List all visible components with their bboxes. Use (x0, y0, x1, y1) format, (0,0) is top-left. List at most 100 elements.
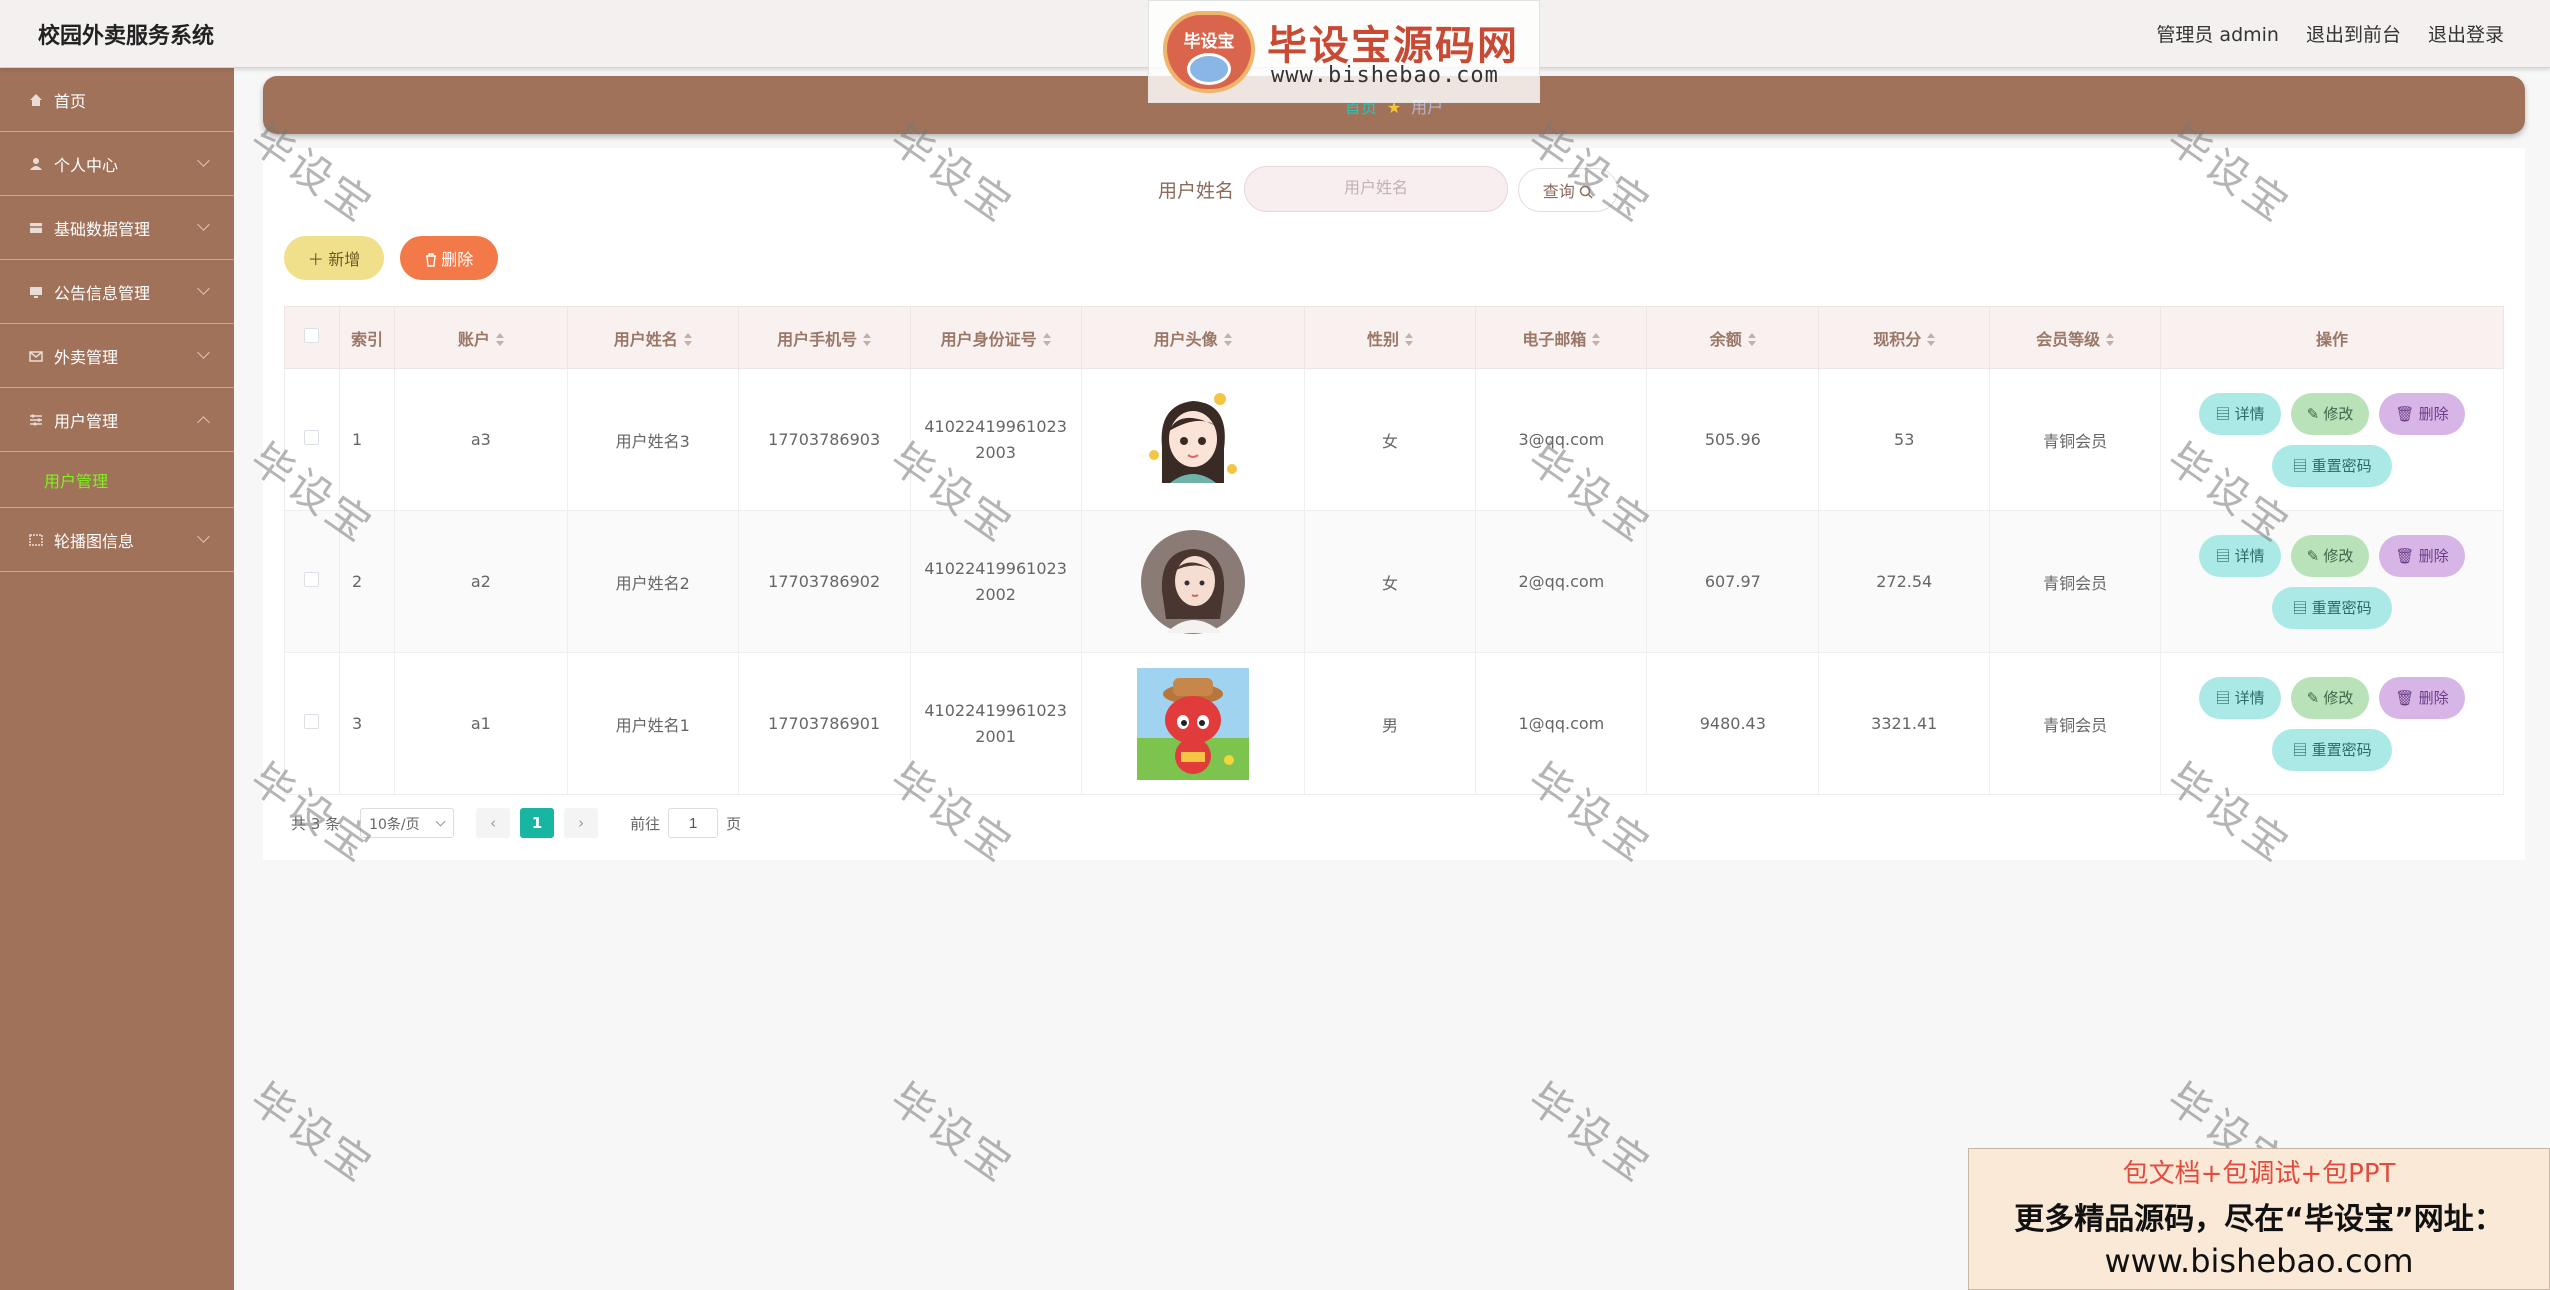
table-row: 1 a3 用户姓名3 17703786903 41022419961023200… (284, 368, 2504, 511)
column-header-points[interactable]: 现积分 (1818, 306, 1991, 369)
batch-delete-button[interactable]: 删除 (400, 236, 498, 280)
trash-icon: 🗑 (2395, 548, 2419, 565)
reset-password-button[interactable]: ▤ 重置密码 (2272, 444, 2392, 487)
cell-index: 3 (338, 652, 395, 795)
sort-icon[interactable] (1404, 333, 1413, 347)
row-actions: ▤ 详情 ✎ 修改 🗑 删除 ▤ 重置密码 (2162, 392, 2502, 487)
cell-idcard-text: 410224199610232003 (924, 416, 1067, 462)
edit-button[interactable]: ✎ 修改 (2290, 676, 2370, 719)
app-title: 校园外卖服务系统 (38, 24, 215, 49)
search-button[interactable]: 查询 (1518, 168, 1618, 212)
sort-icon[interactable] (1223, 333, 1232, 347)
detail-button[interactable]: ▤ 详情 (2199, 392, 2281, 435)
detail-button[interactable]: ▤ 详情 (2199, 676, 2281, 719)
sort-icon[interactable] (863, 333, 872, 347)
cell-idcard-text: 410224199610232001 (924, 700, 1067, 746)
cell-level: 青铜会员 (1989, 652, 2162, 795)
sort-icon[interactable] (1042, 333, 1051, 347)
sidebar-item-takeout[interactable]: 外卖管理 (0, 324, 234, 388)
pencil-icon: ✎ (2306, 548, 2324, 565)
row-checkbox[interactable] (304, 572, 320, 587)
search-input[interactable] (1244, 166, 1508, 212)
sort-icon[interactable] (1747, 333, 1756, 347)
sidebar-item-label: 轮播图信息 (54, 531, 135, 551)
row-checkbox[interactable] (304, 714, 320, 729)
avatar-fox-cartoon[interactable] (1136, 667, 1249, 780)
avatar-girl-circle[interactable] (1140, 529, 1246, 635)
column-header-gender[interactable]: 性别 (1303, 306, 1477, 369)
cell-level: 青铜会员 (1989, 510, 2162, 653)
detail-button[interactable]: ▤ 详情 (2199, 534, 2281, 577)
sidebar-item-label: 用户管理 (54, 411, 119, 431)
goto-page-input[interactable] (668, 808, 719, 838)
page-number-button[interactable]: 1 (520, 808, 555, 838)
sidebar-item-users[interactable]: 用户管理 (0, 388, 234, 452)
delete-row-button[interactable]: 🗑 删除 (2379, 534, 2465, 577)
cell-balance: 9480.43 (1646, 652, 1820, 795)
cell-gender: 女 (1303, 368, 1477, 511)
document-icon: ▤ (2292, 458, 2312, 475)
cell-account: a1 (393, 652, 568, 795)
to-front-link[interactable]: 退出到前台 (2306, 20, 2401, 47)
reset-password-button-label: 重置密码 (2311, 742, 2372, 759)
edit-button-label: 修改 (2323, 690, 2354, 707)
sort-icon[interactable] (2106, 333, 2115, 347)
delete-row-button[interactable]: 🗑 删除 (2379, 392, 2465, 435)
row-checkbox[interactable] (304, 430, 320, 445)
cell-phone: 17703786903 (737, 368, 911, 511)
column-header: 索引 (338, 306, 395, 369)
sidebar-subitem-users[interactable]: 用户管理 (0, 452, 234, 508)
sidebar-item-home[interactable]: 首页 (0, 68, 234, 132)
row-actions-top: ▤ 详情 ✎ 修改 🗑 删除 (2199, 392, 2465, 435)
document-icon: ▤ (2292, 600, 2312, 617)
user-table: 索引 账户 用户姓名 用户手机号 用户身份证号 用户头像 性别 电子邮箱 余额 … (284, 306, 2504, 795)
prev-page-button[interactable]: ‹ (476, 808, 511, 838)
ad-line-1: 包文档+包调试+包PPT (2122, 1159, 2396, 1189)
logout-link[interactable]: 退出登录 (2428, 20, 2504, 47)
column-header-email[interactable]: 电子邮箱 (1475, 306, 1648, 369)
add-button[interactable]: ＋ 新增 (284, 236, 384, 280)
cell-idcard-text: 410224199610232002 (924, 558, 1067, 604)
sort-icon[interactable] (1592, 333, 1601, 347)
reset-password-button[interactable]: ▤ 重置密码 (2272, 728, 2392, 771)
document-icon: ▤ (2215, 406, 2235, 423)
cell-gender: 女 (1303, 510, 1477, 653)
reset-password-button[interactable]: ▤ 重置密码 (2272, 586, 2392, 629)
sidebar-item-profile[interactable]: 个人中心 (0, 132, 234, 196)
sidebar-item-carousel[interactable]: 轮播图信息 (0, 508, 234, 572)
detail-button-label: 详情 (2234, 406, 2265, 423)
watermark-logo: 毕设宝 毕设宝源码网 www.bishebao.com (1148, 0, 1540, 103)
top-right-links: 管理员 admin 退出到前台 退出登录 (2156, 20, 2504, 47)
column-header-idcard[interactable]: 用户身份证号 (909, 306, 1082, 369)
sort-icon[interactable] (683, 333, 692, 347)
ad-line-3: www.bishebao.com (2104, 1242, 2414, 1280)
sort-icon[interactable] (495, 333, 504, 347)
select-all-checkbox[interactable] (304, 328, 320, 343)
column-header-name[interactable]: 用户姓名 (566, 306, 739, 369)
avatar-girl-cartoon[interactable] (1139, 386, 1246, 493)
page-size-select[interactable]: 10条/页 (360, 808, 455, 838)
table-header-row: 索引 账户 用户姓名 用户手机号 用户身份证号 用户头像 性别 电子邮箱 余额 … (284, 306, 2504, 369)
edit-button[interactable]: ✎ 修改 (2290, 392, 2370, 435)
watermark-url: www.bishebao.com (1271, 63, 1499, 88)
sort-icon[interactable] (1927, 333, 1936, 347)
column-header-phone[interactable]: 用户手机号 (737, 306, 911, 369)
column-header-account[interactable]: 账户 (393, 306, 568, 369)
cell-avatar (1080, 368, 1305, 511)
edit-button[interactable]: ✎ 修改 (2290, 534, 2370, 577)
sidebar-item-label: 首页 (54, 91, 87, 111)
column-header-balance[interactable]: 余额 (1646, 306, 1820, 369)
column-header-avatar[interactable]: 用户头像 (1080, 306, 1305, 369)
sidebar-item-basic-data[interactable]: 基础数据管理 (0, 196, 234, 260)
cell-name: 用户姓名3 (566, 368, 739, 511)
column-header-level[interactable]: 会员等级 (1989, 306, 2162, 369)
cell-email: 1@qq.com (1475, 652, 1648, 795)
sidebar-item-label: 基础数据管理 (54, 219, 151, 239)
edit-button-label: 修改 (2323, 406, 2354, 423)
watermark-badge-text: 毕设宝 (1183, 32, 1235, 52)
cell-gender: 男 (1303, 652, 1477, 795)
next-page-button[interactable]: › (564, 808, 599, 838)
reset-password-button-label: 重置密码 (2311, 458, 2372, 475)
delete-row-button[interactable]: 🗑 删除 (2379, 676, 2465, 719)
sidebar-item-notice[interactable]: 公告信息管理 (0, 260, 234, 324)
